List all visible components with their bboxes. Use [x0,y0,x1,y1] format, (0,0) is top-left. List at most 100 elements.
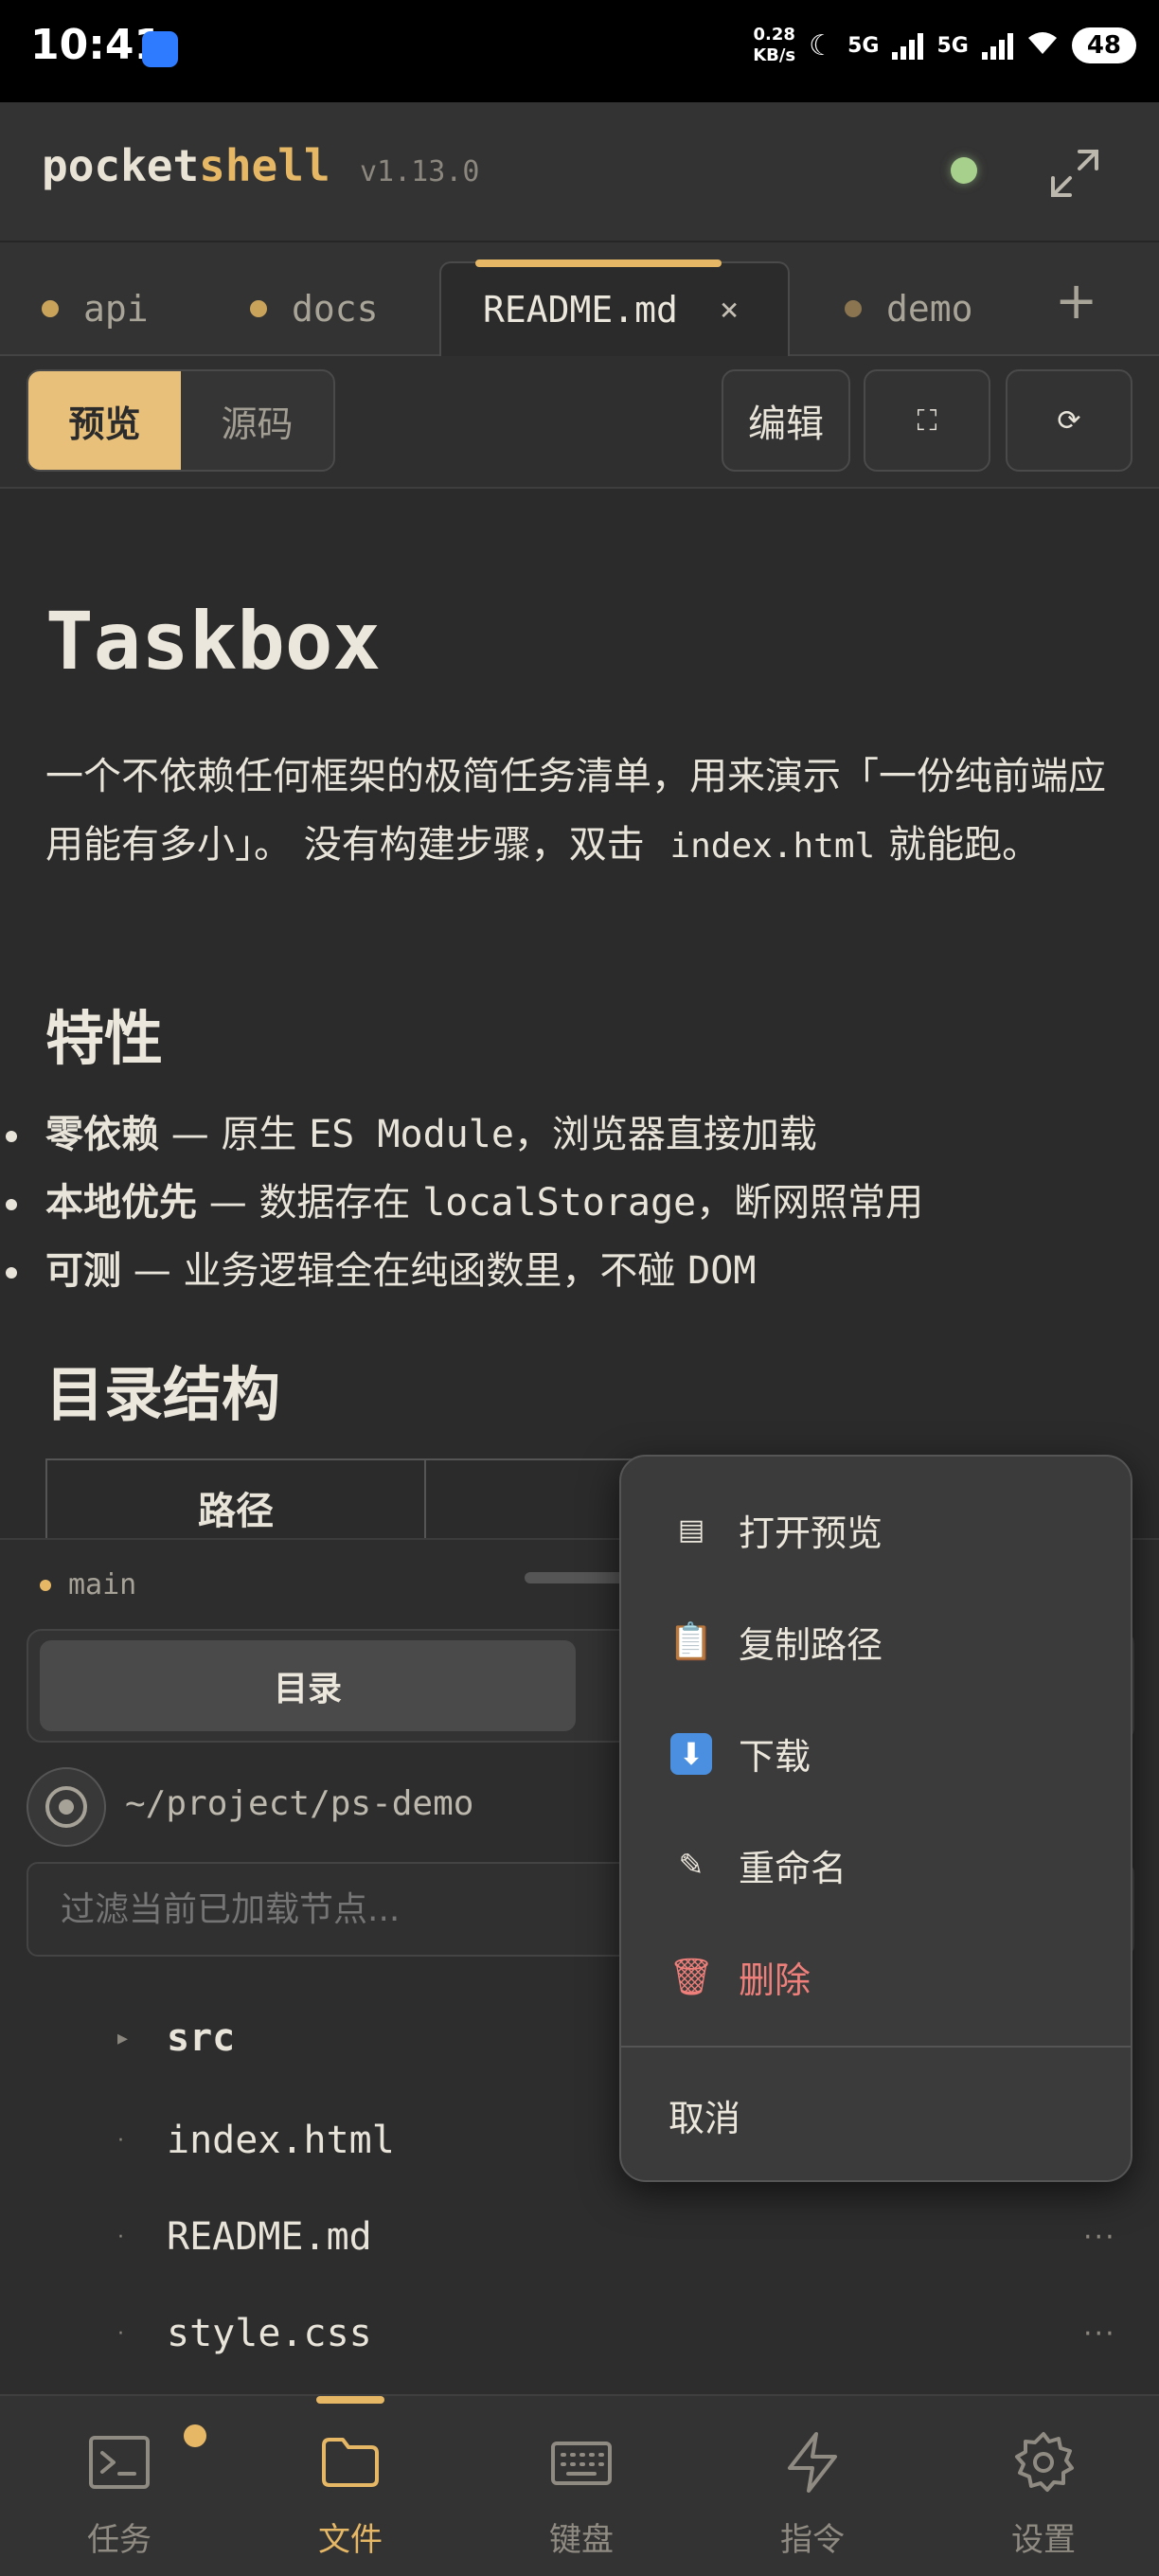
directory-mode-button[interactable]: 目录 [40,1640,576,1731]
tree-item-style-css[interactable]: · style.css ··· [0,2286,1159,2381]
signal-icon [981,31,1013,60]
list-item: 可测 — 业务逻辑全在纯函数里，不碰 DOM [0,1237,1159,1305]
keyboard-icon [551,2442,612,2485]
nav-files[interactable]: 文件 [235,2396,466,2576]
gear-icon [1015,2432,1074,2492]
nav-label: 文件 [318,2521,383,2559]
clipboard-icon: 📋 [669,1619,714,1662]
preview-icon: ▤ [677,1512,705,1547]
app-header: pocketshell v1.13.0 [0,102,1159,242]
file-name: src [167,2016,236,2060]
menu-item-open-preview[interactable]: ▤ 打开预览 [621,1474,1131,1585]
add-tab-button[interactable]: + [1055,271,1097,331]
menu-item-label: 打开预览 [739,1512,883,1554]
tab-api[interactable]: api [42,261,149,356]
more-options-icon[interactable]: ··· [1083,2221,1116,2254]
menu-item-label: 复制路径 [739,1623,883,1666]
refresh-icon[interactable]: ⟳ [1006,369,1132,472]
brand-suffix: shell [199,140,330,191]
tab-label: README.md [483,289,678,331]
folder-icon [322,2438,379,2487]
locate-button[interactable] [27,1767,106,1847]
more-options-icon[interactable]: ··· [1083,2317,1116,2351]
menu-item-copy-path[interactable]: 📋 复制路径 [621,1585,1131,1697]
menu-item-download[interactable]: ⬇ 下载 [621,1697,1131,1809]
markdown-preview: Taskbox 一个不依赖任何框架的极简任务清单，用来演示「一份纯前端应用能有多… [0,489,1159,1538]
unsaved-dot-icon [250,300,267,317]
doc-title: Taskbox [45,595,382,688]
nav-settings[interactable]: 设置 [928,2396,1159,2576]
expand-icon [1051,150,1098,197]
app-notification-icon [142,31,178,67]
unsaved-dot-icon [845,300,862,317]
terminal-icon [89,2436,150,2489]
tab-label: demo [886,288,973,330]
menu-item-delete[interactable]: 🗑 删除 [621,1921,1131,2032]
target-icon [45,1786,87,1828]
edit-button[interactable]: 编辑 [722,369,850,472]
net-speed: 0.28 KB/s [753,25,796,65]
nav-keyboard[interactable]: 键盘 [466,2396,697,2576]
bottom-navigation: 任务 文件 键盘 指令 设置 [0,2394,1159,2576]
view-mode-switch: 预览 源码 [27,369,335,472]
preview-mode-button[interactable]: 预览 [28,371,181,470]
expand-button[interactable] [1042,140,1108,206]
file-context-menu: ▤ 打开预览 📋 复制路径 ⬇ 下载 ✎ 重命名 🗑 删除 取消 [619,1455,1132,2182]
sim2-label: 5G [936,33,969,58]
list-item: 零依赖 — 原生 ES Module，浏览器直接加载 [0,1100,1159,1169]
status-bar: 10:41 0.28 KB/s ☾ 5G 5G 48 [0,0,1159,102]
source-mode-button[interactable]: 源码 [181,371,333,470]
file-name: index.html [167,2119,395,2162]
menu-item-label: 删除 [739,1959,811,2001]
file-name: style.css [167,2312,372,2355]
nav-label: 任务 [87,2521,152,2559]
tree-item-readme[interactable]: · README.md ··· [0,2190,1159,2284]
nav-label: 设置 [1011,2521,1076,2559]
list-item: 本地优先 — 数据存在 localStorage，断网照常用 [0,1169,1159,1237]
features-list: 零依赖 — 原生 ES Module，浏览器直接加载 本地优先 — 数据存在 l… [0,1100,1159,1305]
preview-toolbar: 预览 源码 编辑 ⛶ ⟳ [0,356,1159,489]
doc-intro: 一个不依赖任何框架的极简任务清单，用来演示「一份纯前端应用能有多小」。 没有构建… [45,742,1115,881]
file-name: README.md [167,2215,372,2259]
tab-demo[interactable]: demo [845,261,973,356]
status-icons: 0.28 KB/s ☾ 5G 5G 48 [753,25,1136,66]
sim1-label: 5G [847,33,880,58]
branch-dot-icon [40,1579,51,1591]
notification-dot [184,2424,206,2447]
brand-prefix: pocket [42,140,200,191]
signal-icon [892,31,924,60]
intro-code: index.html [669,827,876,866]
menu-cancel-button[interactable]: 取消 [621,2059,1131,2171]
nav-label: 键盘 [549,2521,614,2559]
expand-arrow-icon[interactable]: ▸ [117,2027,128,2050]
close-tab-icon[interactable]: × [720,291,739,329]
file-bullet-icon: · [117,2128,124,2153]
file-bullet-icon: · [117,2321,124,2346]
nav-tasks[interactable]: 任务 [4,2396,235,2576]
menu-divider [621,2046,1131,2048]
tab-label: docs [292,288,379,330]
tab-readme[interactable]: README.md × [439,259,790,356]
file-bullet-icon: · [117,2225,124,2249]
connection-status-indicator [951,157,977,184]
nav-commands[interactable]: 指令 [697,2396,928,2576]
download-icon: ⬇ [663,1731,720,1775]
unsaved-dot-icon [42,300,59,317]
branch-indicator: main [40,1568,136,1601]
current-directory: ~/project/ps-demo [125,1784,474,1823]
structure-heading: 目录结构 [45,1360,281,1429]
editor-tab-bar: api docs README.md × demo + [0,242,1159,356]
features-heading: 特性 [45,1004,164,1073]
fullscreen-icon[interactable]: ⛶ [864,369,990,472]
nav-label: 指令 [780,2521,845,2559]
bolt-icon [788,2432,837,2493]
tab-docs[interactable]: docs [250,261,379,356]
menu-item-rename[interactable]: ✎ 重命名 [621,1809,1131,1921]
intro-text-end: 就能跑。 [888,823,1041,867]
moon-icon: ☾ [809,28,835,63]
app-version: v1.13.0 [360,155,480,188]
battery-level: 48 [1071,27,1136,63]
wifi-icon [1026,29,1059,63]
tab-label: api [83,288,149,330]
pencil-icon: ✎ [678,1847,704,1883]
